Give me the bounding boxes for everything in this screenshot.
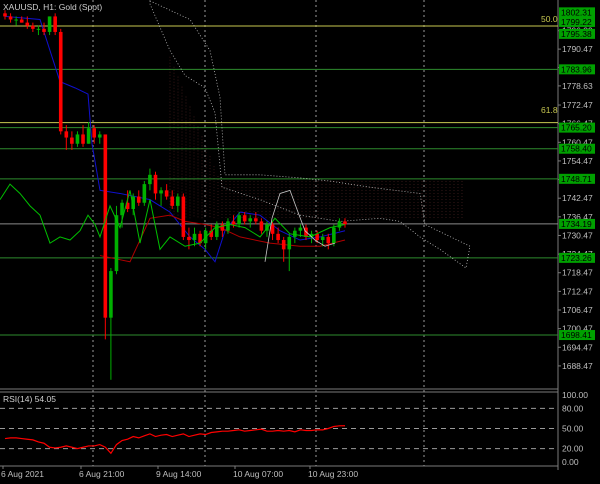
candle-body-17 xyxy=(97,134,102,138)
price-chart-svg[interactable]: 1796.391790.471784.551778.631772.471766.… xyxy=(0,0,600,480)
fib-label-50: 50.0 xyxy=(541,14,558,24)
time-axis-label: 6 Aug 2021 xyxy=(1,469,44,479)
candle-body-8 xyxy=(47,16,52,32)
rsi-axis-label: 0.00 xyxy=(562,457,579,467)
price-tag-label: 1799.22 xyxy=(561,17,592,27)
candle-body-9 xyxy=(53,16,57,32)
candle-body-15 xyxy=(86,128,91,144)
candle-body-2 xyxy=(14,19,18,21)
candle-body-28 xyxy=(159,190,163,194)
candle-body-25 xyxy=(142,184,147,203)
price-tick-label: 1772.47 xyxy=(562,100,593,110)
candle-body-56 xyxy=(315,233,319,241)
price-tag-label: 1734.19 xyxy=(561,219,592,229)
candle-body-43 xyxy=(242,215,247,222)
candle-body-1 xyxy=(8,16,13,20)
candle-body-60 xyxy=(337,221,342,228)
price-tick-label: 1730.47 xyxy=(562,230,593,240)
candle-body-59 xyxy=(332,227,336,244)
candle-body-49 xyxy=(276,233,280,241)
price-tick-label: 1778.63 xyxy=(562,81,593,91)
candle-body-44 xyxy=(248,218,253,222)
price-tick-label: 1754.47 xyxy=(562,156,593,166)
candle-body-30 xyxy=(170,196,175,206)
time-axis-label: 6 Aug 21:00 xyxy=(79,469,125,479)
candle-body-21 xyxy=(120,202,124,216)
candle-body-6 xyxy=(36,28,41,30)
candle-body-53 xyxy=(298,227,303,231)
price-tag-label: 1783.96 xyxy=(561,64,592,74)
price-tick-label: 1718.47 xyxy=(562,268,593,278)
price-tag-label: 1748.71 xyxy=(561,174,592,184)
candle-body-51 xyxy=(287,236,292,250)
candle-body-0 xyxy=(3,13,7,17)
time-axis-label: 10 Aug 23:00 xyxy=(308,469,358,479)
price-tick-label: 1688.47 xyxy=(562,361,593,371)
candle-body-50 xyxy=(281,240,286,250)
price-tick-label: 1712.47 xyxy=(562,286,593,296)
candle-body-45 xyxy=(254,218,258,222)
candle-body-40 xyxy=(226,221,230,231)
candle-body-48 xyxy=(270,224,275,234)
price-tick-label: 1742.47 xyxy=(562,193,593,203)
price-tag-label: 1802.31 xyxy=(561,7,592,17)
price-tick-label: 1790.47 xyxy=(562,44,593,54)
candle-body-57 xyxy=(320,236,325,241)
candle-body-5 xyxy=(31,25,35,29)
price-tag-label: 1723.26 xyxy=(561,253,592,263)
candle-body-52 xyxy=(293,230,297,237)
candle-body-29 xyxy=(164,190,169,197)
time-axis-label: 10 Aug 07:00 xyxy=(233,469,283,479)
price-tag-label: 1698.41 xyxy=(561,330,592,340)
candle-body-61 xyxy=(343,221,347,225)
candle-body-18 xyxy=(103,134,108,318)
candle-body-7 xyxy=(42,28,46,32)
rsi-axis-label: 50.00 xyxy=(562,424,584,434)
fib-label-618: 61.8 xyxy=(541,105,558,115)
candle-body-14 xyxy=(81,134,85,144)
candle-body-16 xyxy=(92,128,96,138)
symbol-title: XAUUSD, H1: Gold (Spot) xyxy=(3,2,102,12)
candle-body-10 xyxy=(58,31,63,132)
candle-body-13 xyxy=(75,134,80,144)
chart-window[interactable]: 1796.391790.471784.551778.631772.471766.… xyxy=(0,0,600,480)
price-tick-label: 1694.47 xyxy=(562,342,593,352)
candle-body-24 xyxy=(136,196,141,203)
rsi-axis-label: 80.00 xyxy=(562,403,584,413)
candle-body-34 xyxy=(192,233,197,241)
candle-body-3 xyxy=(19,19,24,23)
candle-body-27 xyxy=(153,174,158,194)
time-axis-label: 9 Aug 14:00 xyxy=(156,469,202,479)
candle-body-31 xyxy=(175,196,180,206)
candle-body-38 xyxy=(215,224,219,237)
candle-body-58 xyxy=(326,236,331,244)
price-tick-label: 1706.47 xyxy=(562,305,593,315)
candle-body-4 xyxy=(25,22,30,26)
rsi-axis-label: 100.00 xyxy=(562,390,588,400)
candle-body-42 xyxy=(237,215,241,225)
candle-body-26 xyxy=(148,174,152,185)
price-tag-label: 1758.40 xyxy=(561,144,592,154)
price-tag-label: 1765.20 xyxy=(561,123,592,133)
candle-body-11 xyxy=(64,131,69,138)
price-tag-label: 1795.38 xyxy=(561,29,592,39)
rsi-axis-label: 20.00 xyxy=(562,444,584,454)
candle-body-32 xyxy=(181,196,186,237)
rsi-title: RSI(14) 54.05 xyxy=(3,394,56,404)
candle-body-12 xyxy=(70,137,74,144)
candle-body-46 xyxy=(259,221,264,231)
candle-body-41 xyxy=(231,221,236,225)
candle-body-19 xyxy=(109,271,113,318)
candle-body-33 xyxy=(187,236,191,241)
